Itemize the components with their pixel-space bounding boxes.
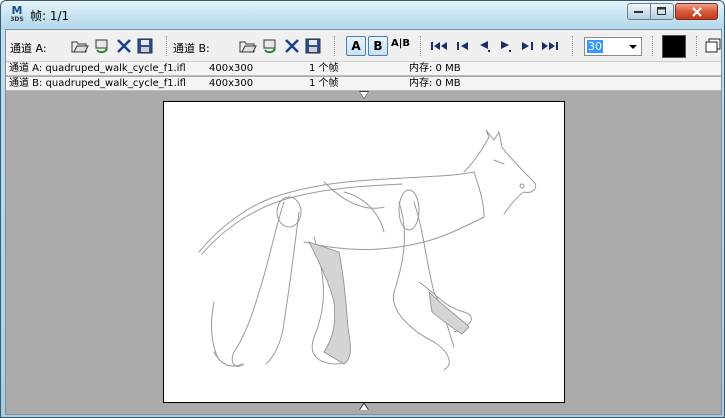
close-icon xyxy=(691,6,702,17)
open-last-icon xyxy=(95,39,108,54)
close-button[interactable] xyxy=(675,3,718,20)
channel-b-memory: 内存: 0 MB xyxy=(409,78,461,89)
channel-a-label: 通道 A: xyxy=(10,42,47,55)
x-close-icon xyxy=(285,39,299,53)
channel-b-info-row: 通道 B: quadruped_walk_cycle_f1.ifl 400x30… xyxy=(6,77,721,91)
app-icon: M 3DS xyxy=(9,5,25,24)
toolbar: 通道 A: 通道 B: A B A|B 30 xyxy=(6,30,721,62)
background-color-swatch[interactable] xyxy=(662,35,686,58)
channel-a-toggle-button[interactable]: A xyxy=(346,36,366,56)
open-folder-icon xyxy=(239,41,257,53)
close-channel-a-button[interactable] xyxy=(115,37,133,55)
save-channel-b-button[interactable] xyxy=(304,37,322,55)
toolbar-separator xyxy=(166,36,168,56)
play-forward-button[interactable] xyxy=(496,37,514,55)
go-to-start-icon xyxy=(431,42,447,50)
toolbar-separator xyxy=(334,36,336,56)
title-bar[interactable]: M 3DS 帧: 1/1 xyxy=(1,1,724,29)
app-icon-sub: 3DS xyxy=(10,16,24,23)
open-last-channel-b-button[interactable] xyxy=(261,37,279,55)
toolbar-separator xyxy=(572,36,574,56)
previous-frame-button[interactable] xyxy=(454,37,472,55)
frame-rate-value: 30 xyxy=(587,40,603,53)
channel-b-toggle-button[interactable]: B xyxy=(368,36,388,56)
next-frame-button[interactable] xyxy=(518,37,536,55)
image-viewport[interactable] xyxy=(163,101,565,403)
split-marker-bottom-fill xyxy=(360,404,368,410)
double-window-icon[interactable] xyxy=(705,38,721,54)
quadruped-sketch-image xyxy=(198,129,537,371)
ram-player-window: M 3DS 帧: 1/1 通道 A: 通道 B: A B A|B 30 通道 A… xyxy=(0,0,725,418)
split-marker-top-fill xyxy=(360,92,368,98)
open-folder-icon xyxy=(71,41,89,53)
channel-a-frames: 1 个帧 xyxy=(309,63,339,74)
save-disk-icon xyxy=(305,38,321,54)
toolbar-separator xyxy=(420,36,422,56)
play-reverse-button[interactable] xyxy=(476,37,494,55)
go-to-end-icon xyxy=(542,42,558,50)
frame-rate-select[interactable]: 30 xyxy=(584,37,642,56)
maximize-button[interactable] xyxy=(651,3,674,20)
channel-b-file: 通道 B: quadruped_walk_cycle_f1.ifl xyxy=(9,78,186,89)
save-channel-a-button[interactable] xyxy=(136,37,154,55)
channel-b-size: 400x300 xyxy=(209,78,254,89)
channel-a-file: 通道 A: quadruped_walk_cycle_f1.ifl xyxy=(9,63,186,74)
minimize-button[interactable] xyxy=(627,3,651,20)
minimize-icon xyxy=(634,10,643,13)
toolbar-separator xyxy=(652,36,654,56)
open-last-icon xyxy=(263,39,276,54)
play-forward-icon xyxy=(501,41,511,52)
open-last-channel-a-button[interactable] xyxy=(93,37,111,55)
open-channel-a-button[interactable] xyxy=(71,37,89,55)
split-screen-button[interactable]: A|B xyxy=(391,38,410,49)
go-to-end-button[interactable] xyxy=(541,37,559,55)
save-disk-icon xyxy=(137,38,153,54)
go-to-start-button[interactable] xyxy=(431,37,449,55)
channel-b-frames: 1 个帧 xyxy=(309,78,339,89)
client-area: 通道 A: 通道 B: A B A|B 30 通道 A: quadruped_w… xyxy=(5,29,722,415)
chevron-down-icon xyxy=(629,45,637,49)
previous-frame-icon xyxy=(457,42,468,50)
toolbar-separator xyxy=(696,36,698,56)
play-reverse-icon xyxy=(480,41,490,52)
channel-a-size: 400x300 xyxy=(209,63,254,74)
window-title: 帧: 1/1 xyxy=(30,9,70,23)
channel-b-label: 通道 B: xyxy=(173,42,210,55)
open-channel-b-button[interactable] xyxy=(239,37,257,55)
channel-a-info-row: 通道 A: quadruped_walk_cycle_f1.ifl 400x30… xyxy=(6,62,721,76)
next-frame-icon xyxy=(522,42,533,50)
maximize-icon xyxy=(657,7,666,15)
channel-a-memory: 内存: 0 MB xyxy=(409,63,461,74)
x-close-icon xyxy=(117,39,131,53)
close-channel-b-button[interactable] xyxy=(283,37,301,55)
